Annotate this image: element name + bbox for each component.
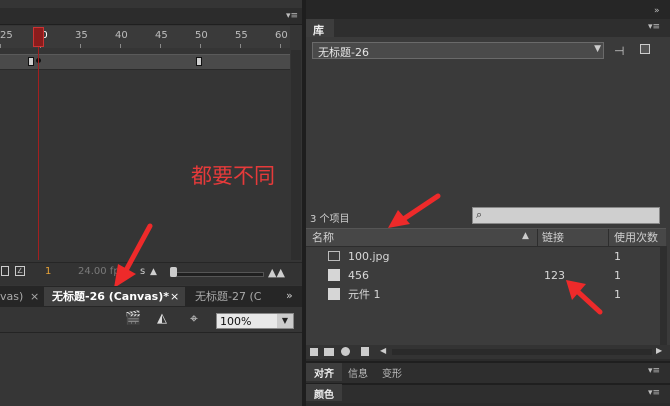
color-panel-bar	[306, 383, 670, 403]
timeline-panel-menu-icon[interactable]: ▾≡	[286, 11, 298, 21]
column-header-usage[interactable]: 使用次数	[614, 229, 666, 246]
library-item-name: 456	[348, 269, 369, 282]
bottom-panel-menu-icon[interactable]: ▾≡	[648, 366, 660, 376]
column-header-linkage[interactable]: 链接	[542, 229, 564, 246]
tab-info-label: 信息	[348, 369, 368, 380]
zoom-in-icon[interactable]: ▲▲	[268, 266, 285, 279]
playhead-line	[38, 47, 39, 260]
layer-frames-row[interactable]	[0, 54, 290, 70]
zoom-value: 100%	[220, 315, 252, 328]
properties-icon[interactable]	[341, 347, 350, 356]
ruler-label-45: 45	[155, 30, 168, 41]
zoom-select[interactable]: 100% ▼	[216, 313, 294, 329]
doc-tab-active[interactable]: 无标题-26 (Canvas)* ×	[44, 287, 185, 306]
image-icon	[328, 251, 340, 261]
keyframe-start[interactable]	[28, 57, 34, 66]
ruler-label-25: 25	[0, 30, 13, 41]
library-item-usage: 1	[614, 250, 621, 263]
chevron-down-icon: ▼	[277, 314, 293, 328]
column-separator[interactable]	[608, 229, 609, 246]
onion-skin-icon[interactable]	[1, 266, 9, 276]
frame-zoom-slider-track[interactable]	[170, 272, 264, 277]
tab-color[interactable]: 颜色	[306, 384, 342, 401]
library-vertical-scrollbar[interactable]	[660, 246, 667, 346]
library-document-select[interactable]: 无标题-26 ▼	[312, 42, 604, 59]
horizontal-scroll-left-icon[interactable]: ◀	[380, 346, 386, 355]
library-preview-area	[306, 64, 670, 204]
close-icon[interactable]: ×	[170, 287, 179, 306]
library-horizontal-scrollbar[interactable]	[392, 349, 652, 355]
ruler-label-35: 35	[75, 30, 88, 41]
library-panel-menu-icon[interactable]: ▾≡	[648, 22, 660, 32]
frame-zoom-slider-thumb[interactable]	[170, 267, 177, 277]
ruler-label-60: 60	[275, 30, 288, 41]
pin-library-icon[interactable]: ⊣	[614, 44, 624, 58]
search-icon: ⌕	[476, 208, 483, 221]
doc-tab-next-label: 无标题-27 (C	[195, 290, 262, 303]
ruler-label-55: 55	[235, 30, 248, 41]
horizontal-scroll-right-icon[interactable]: ▶	[656, 346, 662, 355]
chevron-down-icon: ▼	[594, 44, 601, 54]
library-tab-label: 库	[313, 24, 324, 37]
close-icon[interactable]: ×	[30, 287, 39, 306]
tabs-overflow-icon[interactable]: »	[286, 289, 293, 302]
doc-tab-prev-label: vas)	[0, 290, 24, 303]
playhead-handle[interactable]	[33, 27, 44, 47]
ruler-label-40: 40	[115, 30, 128, 41]
center-stage-icon[interactable]: ⌖	[190, 311, 198, 327]
library-document-value: 无标题-26	[318, 46, 369, 59]
column-header-name[interactable]: 名称	[312, 229, 334, 246]
movieclip-symbol-icon	[328, 288, 340, 300]
color-panel-menu-icon[interactable]: ▾≡	[648, 388, 660, 398]
library-item-row[interactable]: 100.jpg 1	[306, 247, 660, 266]
library-item-count: 3 个项目	[310, 214, 350, 225]
library-item-row[interactable]: 元件 1 1	[306, 285, 660, 304]
library-tab-bar	[306, 19, 670, 37]
tab-transform[interactable]: 变形	[378, 363, 410, 381]
new-symbol-icon[interactable]	[310, 348, 318, 356]
red-arrow-to-count-icon	[388, 193, 441, 228]
movieclip-symbol-icon	[328, 269, 340, 281]
library-item-row[interactable]: 456 123 1	[306, 266, 660, 285]
stage-canvas-area[interactable]	[0, 333, 302, 406]
edit-markers-icon[interactable]: ∠	[15, 266, 25, 276]
library-item-name: 元件 1	[348, 288, 381, 301]
delete-icon[interactable]	[361, 347, 369, 356]
doc-tab-next[interactable]: 无标题-27 (C	[195, 287, 265, 306]
tab-color-label: 颜色	[314, 390, 334, 401]
new-folder-icon[interactable]	[324, 348, 334, 356]
keyframe-end[interactable]	[196, 57, 202, 66]
ruler-label-50: 50	[195, 30, 208, 41]
tab-info[interactable]: 信息	[344, 363, 376, 381]
new-library-panel-icon[interactable]	[640, 44, 650, 54]
current-frame-value[interactable]: 1	[45, 266, 51, 277]
timeline-vertical-scrollbar[interactable]	[291, 50, 301, 260]
tab-transform-label: 变形	[382, 369, 402, 380]
library-item-usage: 1	[614, 288, 621, 301]
doc-tab-active-label: 无标题-26 (Canvas)*	[52, 290, 169, 303]
edit-symbols-icon[interactable]: ◭	[157, 311, 167, 326]
column-separator[interactable]	[537, 229, 538, 246]
red-arrow-to-linkage-icon	[566, 280, 603, 315]
library-list-header	[306, 229, 666, 247]
red-arrow-to-tab-icon	[114, 223, 153, 288]
tab-align[interactable]: 对齐	[306, 363, 342, 381]
library-search-field[interactable]: ⌕	[472, 207, 660, 224]
sort-ascending-icon[interactable]: ▲	[522, 231, 529, 241]
library-item-name: 100.jpg	[348, 250, 390, 263]
annotation-text: 都要不同	[191, 164, 275, 188]
timeline-header-bar	[0, 8, 302, 25]
library-item-usage: 1	[614, 269, 621, 282]
library-tab[interactable]: 库	[306, 19, 334, 37]
tab-align-label: 对齐	[314, 369, 334, 380]
edit-scene-icon[interactable]: 🎬	[125, 311, 141, 326]
doc-tab-prev[interactable]: vas) ×	[0, 287, 42, 306]
collapse-panels-icon[interactable]: »	[654, 6, 660, 16]
right-dock-top	[306, 0, 670, 19]
